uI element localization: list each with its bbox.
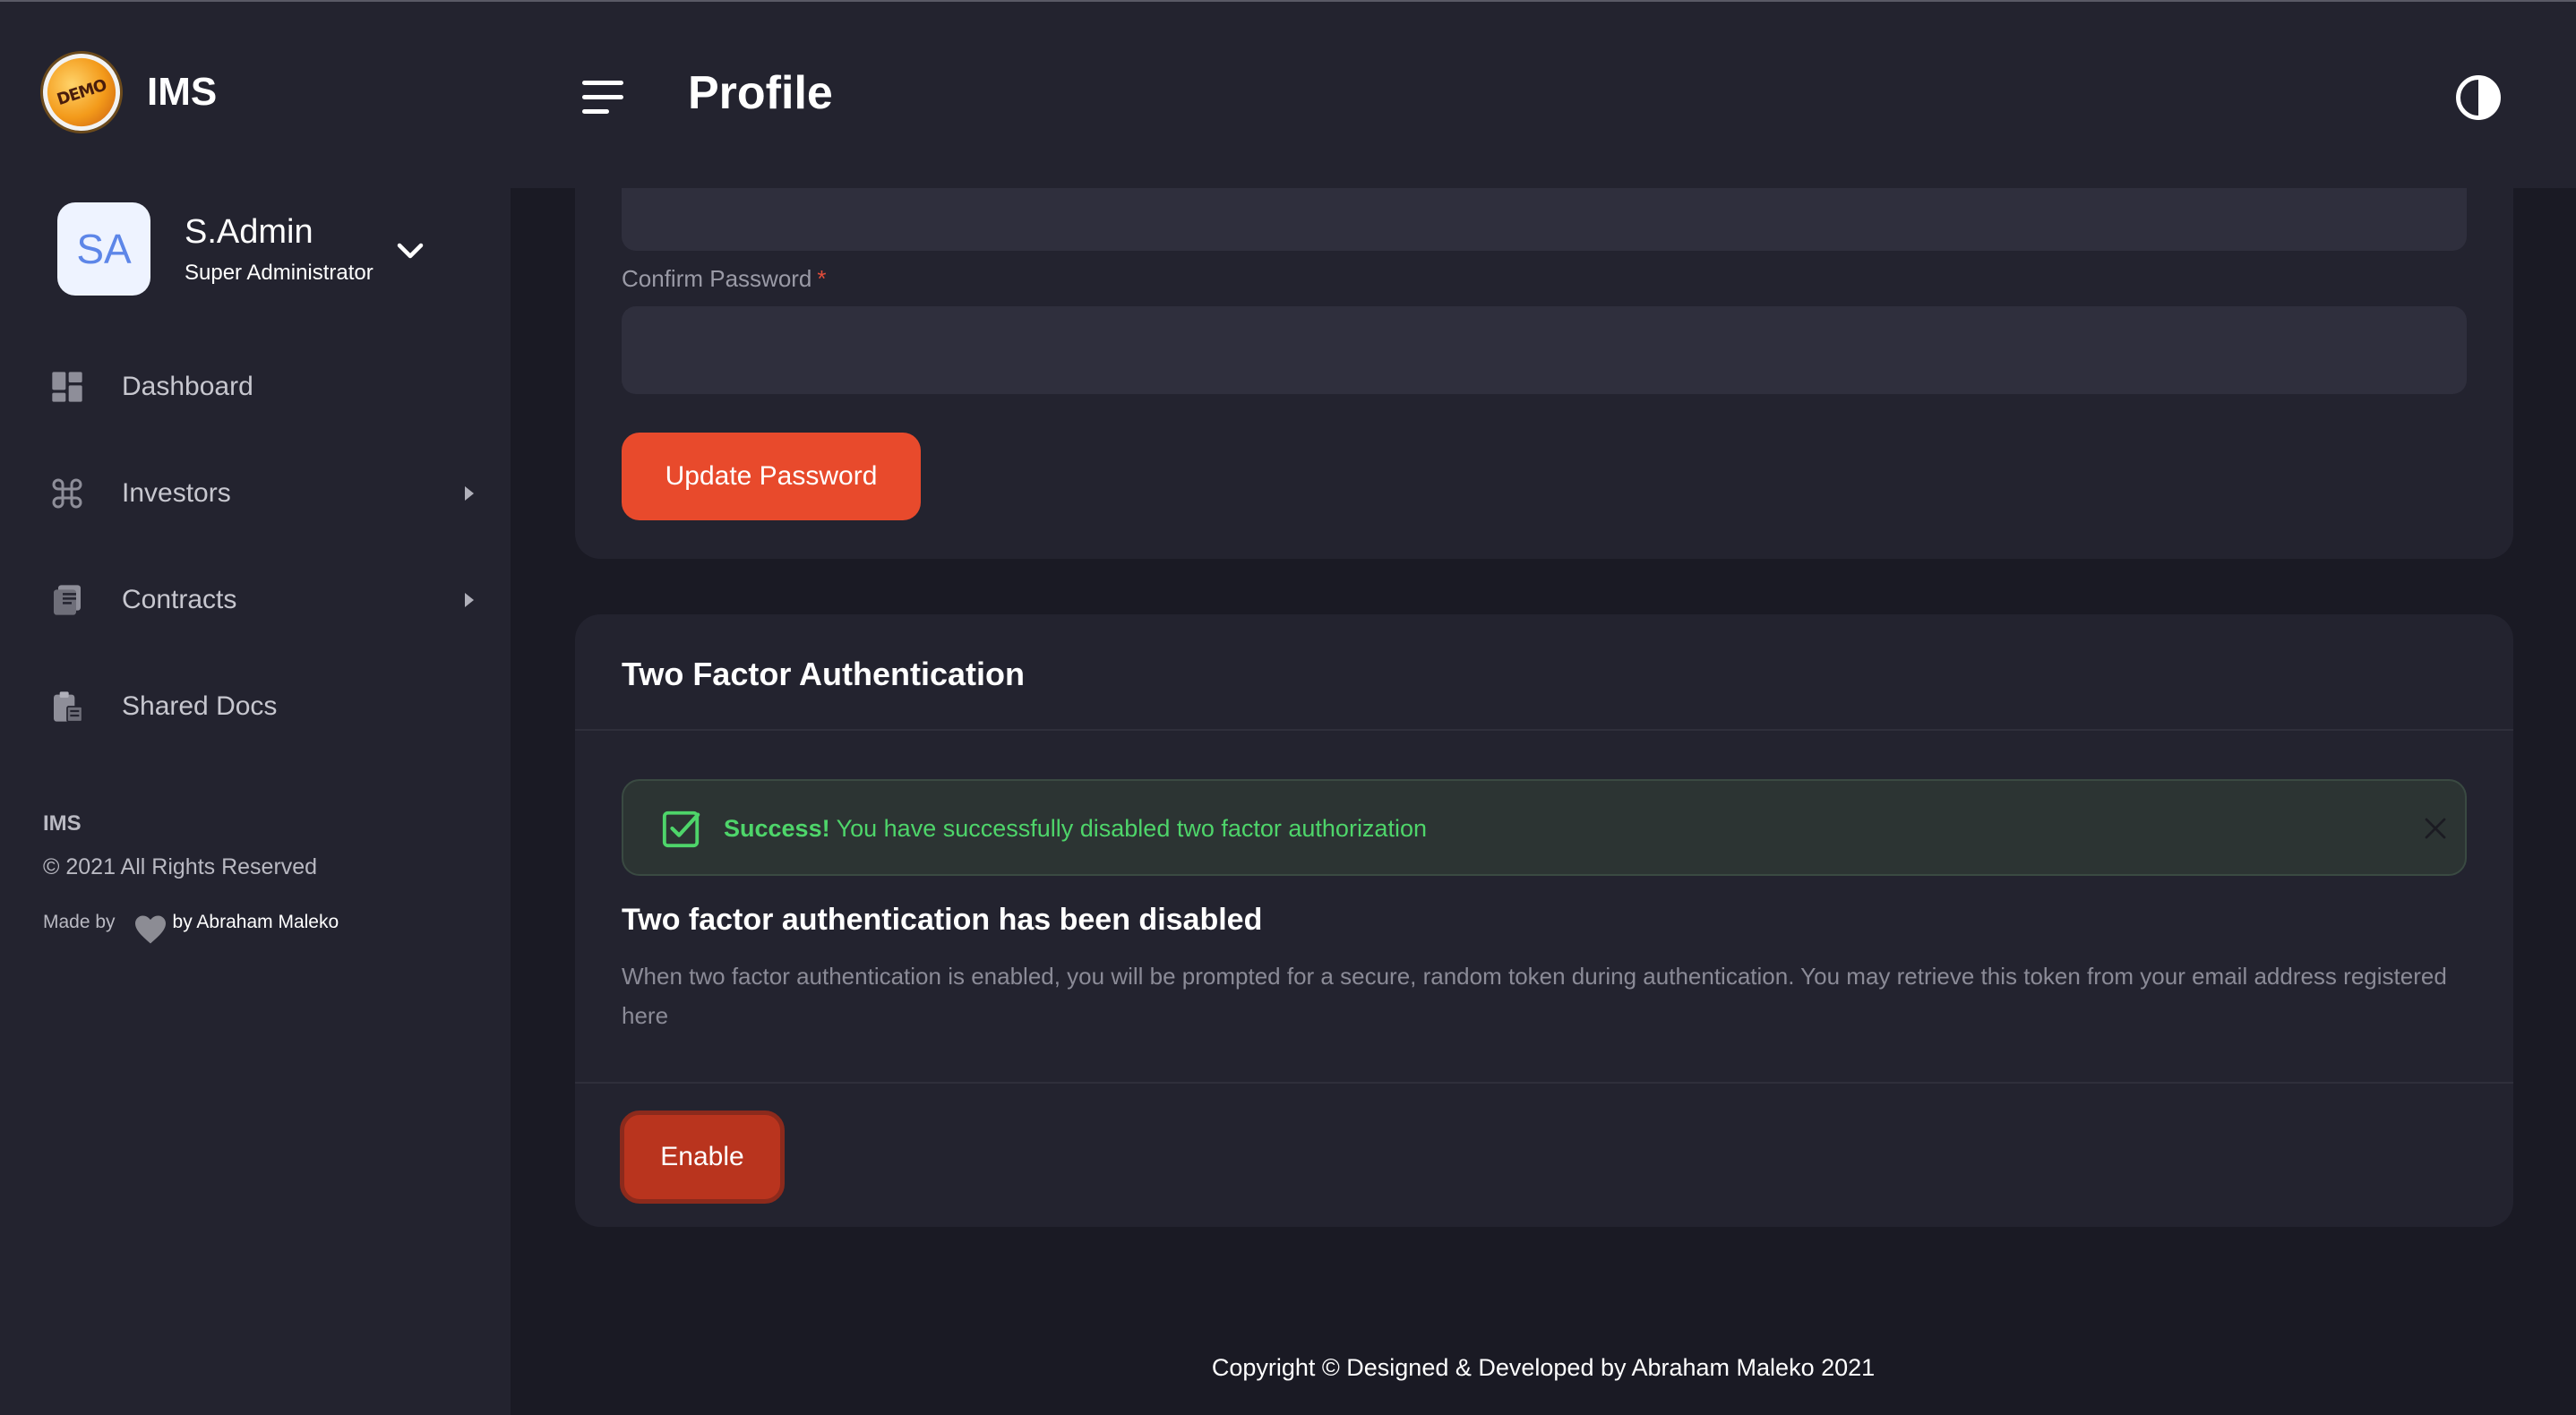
caret-right-icon [465, 485, 474, 501]
confirm-password-field[interactable] [622, 306, 2467, 394]
two-factor-title: Two Factor Authentication [622, 656, 1025, 692]
divider [575, 729, 2513, 731]
sidebar-item-label: Investors [122, 477, 231, 508]
menu-toggle-icon[interactable] [582, 81, 627, 116]
sidebar-footer: IMS © 2021 All Rights Reserved Made by b… [43, 811, 339, 944]
top-header: Profile [511, 2, 2576, 188]
sidebar-nav: Dashboard Investors Contracts Shared Doc… [0, 333, 511, 759]
enable-two-factor-button[interactable]: Enable [620, 1111, 785, 1204]
sidebar-footer-credit: Made by by Abraham Maleko [43, 907, 339, 944]
user-role: Super Administrator [185, 260, 374, 285]
checkbox-check-icon [662, 810, 700, 848]
sidebar: DEMO IMS SA S.Admin Super Administrator … [0, 2, 511, 1415]
brand[interactable]: DEMO IMS [32, 43, 218, 142]
update-password-button[interactable]: Update Password [622, 433, 921, 520]
alert-body: You have successfully disabled two facto… [836, 815, 1427, 842]
made-by-text: Made by [43, 912, 116, 932]
command-icon [48, 475, 86, 512]
user-name: S.Admin [185, 212, 313, 251]
alert-strong: Success! [724, 815, 830, 842]
two-factor-card: Two Factor Authentication Success! You h… [575, 614, 2513, 1227]
chevron-down-icon[interactable] [394, 235, 426, 267]
documents-icon [48, 581, 86, 619]
page-title: Profile [688, 67, 833, 119]
user-profile[interactable]: SA S.Admin Super Administrator [57, 202, 424, 296]
theme-toggle-icon[interactable] [2454, 73, 2503, 122]
confirm-password-label: Confirm Password * [622, 265, 827, 292]
user-info: S.Admin Super Administrator [185, 213, 374, 286]
clipboard-icon [48, 688, 86, 725]
brand-name: IMS [147, 70, 218, 114]
sidebar-item-label: Dashboard [122, 371, 253, 401]
sidebar-item-shared-docs[interactable]: Shared Docs [0, 653, 511, 759]
sidebar-footer-title: IMS [43, 811, 82, 836]
heart-icon [134, 915, 166, 944]
two-factor-status-heading: Two factor authentication has been disab… [622, 903, 1263, 937]
close-icon[interactable] [2422, 815, 2449, 842]
sidebar-item-label: Contracts [122, 584, 237, 614]
brand-logo-text: DEMO [54, 75, 109, 109]
author-name: by Abraham Maleko [172, 912, 339, 932]
password-card: Confirm Password * Update Password [575, 161, 2513, 559]
sidebar-item-investors[interactable]: Investors [0, 440, 511, 546]
avatar: SA [57, 202, 150, 296]
caret-right-icon [465, 592, 474, 607]
sidebar-item-label: Shared Docs [122, 690, 278, 721]
success-alert: Success! You have successfully disabled … [622, 779, 2467, 876]
two-factor-description: When two factor authentication is enable… [622, 963, 2447, 1029]
sidebar-item-dashboard[interactable]: Dashboard [0, 333, 511, 440]
sidebar-item-contracts[interactable]: Contracts [0, 546, 511, 653]
page-footer: Copyright © Designed & Developed by Abra… [1211, 1354, 1876, 1381]
new-password-field[interactable] [622, 188, 2467, 251]
divider [575, 1082, 2513, 1084]
alert-message: Success! You have successfully disabled … [724, 815, 1427, 843]
brand-logo: DEMO [32, 43, 131, 142]
required-marker: * [817, 265, 827, 292]
sidebar-footer-rights: © 2021 All Rights Reserved [43, 854, 318, 879]
dashboard-icon [48, 368, 86, 406]
